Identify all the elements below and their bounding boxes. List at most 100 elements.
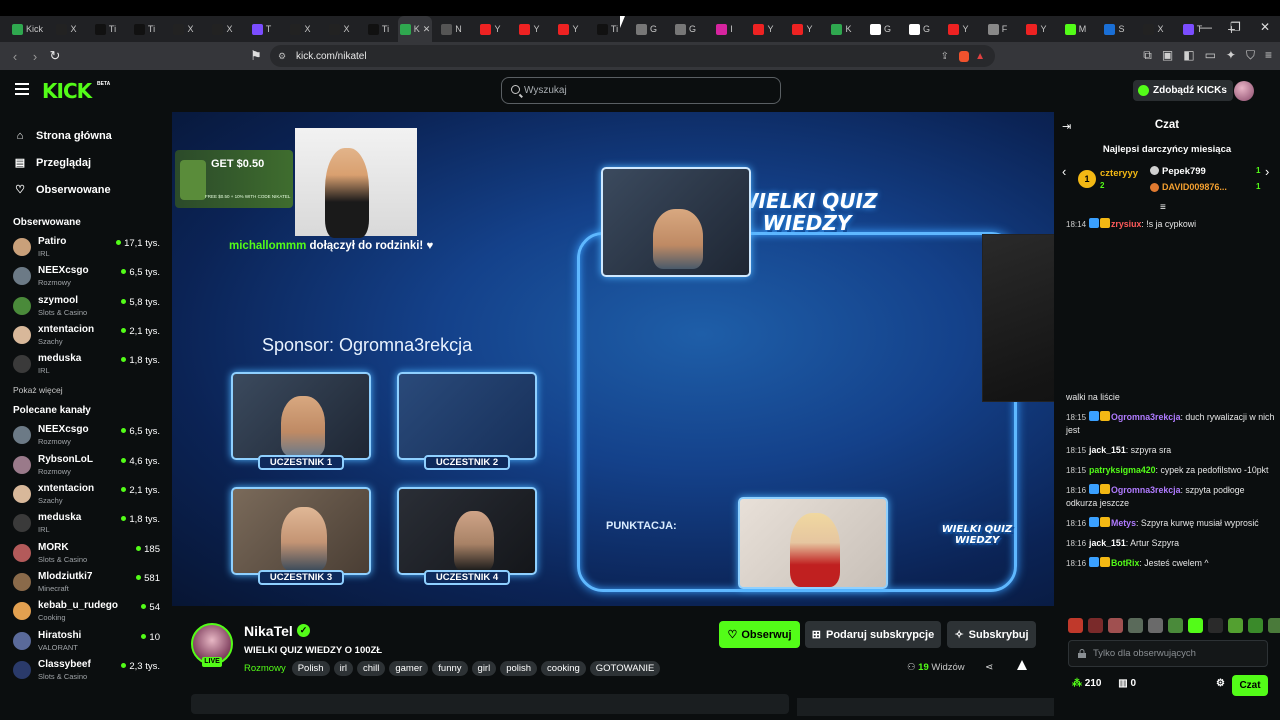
back-icon[interactable]: ‹ [5, 49, 25, 64]
media-icon[interactable]: ▣ [1162, 48, 1173, 63]
browser-tab[interactable]: G [666, 16, 705, 42]
channel-item[interactable]: xntentacion Szachy 2,1 tys. [0, 321, 168, 350]
get-kicks-button[interactable]: Zdobądź KICKs [1133, 80, 1233, 101]
channel-item[interactable]: meduska IRL 1,8 tys. [0, 509, 168, 538]
channel-item[interactable]: Mlodziutki7 Minecraft 581 [0, 568, 168, 597]
sidebar-toggle-icon[interactable]: ◧ [1183, 48, 1194, 63]
browser-tab[interactable]: X [203, 16, 242, 42]
maximize-icon[interactable]: ❐ [1230, 20, 1241, 34]
points-count[interactable]: 210 [1085, 678, 1102, 689]
browser-tab[interactable]: I [705, 16, 744, 42]
browser-tab[interactable]: T [242, 16, 281, 42]
brave-shield-icon[interactable] [959, 50, 969, 62]
stream-tag[interactable]: girl [471, 661, 497, 676]
hamburger-menu-icon[interactable] [15, 83, 29, 97]
stream-tag[interactable]: irl [333, 661, 353, 676]
send-chat-button[interactable]: Czat [1232, 675, 1268, 696]
subscribe-button[interactable]: ✧ Subskrybuj [947, 621, 1036, 648]
browser-tab[interactable]: G [861, 16, 900, 42]
leo-icon[interactable]: ✦ [1226, 48, 1236, 63]
menu-icon[interactable]: ≡ [1265, 48, 1272, 63]
nav-item[interactable]: ♡ Obserwowane [14, 176, 168, 203]
channel-item[interactable]: MORK Slots & Casino 185 [0, 539, 168, 568]
channel-item[interactable]: szymool Slots & Casino 5,8 tys. [0, 292, 168, 321]
browser-tab[interactable]: Y [744, 16, 783, 42]
message-username[interactable]: patryksigma420 [1089, 465, 1156, 475]
stream-tag[interactable]: polish [500, 661, 538, 676]
channel-item[interactable]: xntentacion Szachy 2,1 tys. [0, 480, 168, 509]
minimize-icon[interactable]: — [1200, 20, 1212, 34]
stream-tag[interactable]: gamer [389, 661, 429, 676]
forward-icon[interactable]: › [25, 49, 45, 64]
channel-item[interactable]: Classybeef Slots & Casino 2,3 tys. [0, 656, 168, 685]
channel-item[interactable]: NEEXcsgo Rozmowy 6,5 tys. [0, 421, 168, 450]
emote-icon[interactable] [1168, 618, 1183, 633]
emote-icon[interactable] [1208, 618, 1223, 633]
search-input[interactable]: Wyszukaj [501, 77, 781, 104]
reload-icon[interactable]: ↻ [45, 48, 65, 64]
channel-item[interactable]: Hiratoshi VALORANT 10 [0, 627, 168, 656]
browser-tab[interactable]: G [900, 16, 939, 42]
message-username[interactable]: Ogromna3rekcja [1111, 485, 1180, 495]
emote-icon[interactable] [1108, 618, 1123, 633]
browser-tab[interactable]: Y [471, 16, 510, 42]
category-link[interactable]: Rozmowy [244, 663, 286, 674]
browser-tab[interactable]: X [320, 16, 359, 42]
extensions-icon[interactable]: ⧉ [1143, 48, 1152, 63]
emote-icon[interactable] [1128, 618, 1143, 633]
stream-tag[interactable]: cooking [541, 661, 586, 676]
donors-prev-icon[interactable]: ‹ [1062, 164, 1066, 179]
browser-tab[interactable]: S [1095, 16, 1134, 42]
browser-tab[interactable]: G [627, 16, 666, 42]
message-username[interactable]: Metys [1111, 518, 1136, 528]
emote-icon[interactable] [1088, 618, 1103, 633]
emote-icon[interactable] [1228, 618, 1243, 633]
show-more-link[interactable]: Pokaż więcej [0, 385, 168, 395]
browser-tab[interactable]: X [47, 16, 86, 42]
browser-tab[interactable]: Y [783, 16, 822, 42]
chat-input[interactable]: Tylko dla obserwujących [1068, 640, 1268, 667]
browser-tab[interactable]: Kick [8, 16, 47, 42]
rewards-icon[interactable]: ▲ [975, 51, 985, 62]
browser-tab[interactable]: K ✕ [398, 16, 432, 42]
browser-tab[interactable]: Y [510, 16, 549, 42]
channel-name[interactable]: NikaTel [244, 623, 293, 639]
report-icon[interactable] [1017, 660, 1027, 670]
gifts-count[interactable]: 0 [1130, 678, 1136, 689]
emote-icon[interactable] [1148, 618, 1163, 633]
browser-tab[interactable]: Ti [125, 16, 164, 42]
close-window-icon[interactable]: ✕ [1260, 20, 1270, 34]
message-username[interactable]: Ogromna3rekcja [1111, 412, 1180, 422]
browser-tab[interactable]: X [164, 16, 203, 42]
video-player[interactable]: GET $0.50 FREE $0.50 + 10% WITH CODE NIK… [172, 112, 1054, 606]
share-icon[interactable]: ⋖ [985, 662, 993, 673]
browser-tab[interactable]: Ti [359, 16, 398, 42]
browser-tab[interactable]: Y [549, 16, 588, 42]
nav-item[interactable]: ⌂ Strona główna [14, 122, 168, 149]
browser-tab[interactable]: F [978, 16, 1017, 42]
emote-icon[interactable] [1188, 618, 1203, 633]
kick-logo[interactable]: KICK [42, 79, 92, 103]
channel-item[interactable]: kebab_u_rudego Cooking 54 [0, 597, 168, 626]
message-username[interactable]: zrysiux [1111, 219, 1141, 229]
gift-subs-button[interactable]: ⊞ Podaruj subskrypcje [805, 621, 941, 648]
browser-tab[interactable]: N [432, 16, 471, 42]
message-username[interactable]: BotRix [1111, 558, 1139, 568]
close-tab-icon[interactable]: ✕ [423, 24, 431, 35]
message-username[interactable]: jack_151 [1089, 445, 1126, 455]
browser-tab[interactable]: X [1134, 16, 1173, 42]
stream-tag[interactable]: chill [356, 661, 386, 676]
emote-icon[interactable] [1068, 618, 1083, 633]
vpn-icon[interactable]: ⛉ [1246, 48, 1255, 63]
browser-tab[interactable]: K [822, 16, 861, 42]
browser-tab[interactable]: M [1056, 16, 1095, 42]
channel-item[interactable]: RybsonLoL Rozmowy 4,6 tys. [0, 451, 168, 480]
follow-button[interactable]: ♡ Obserwuj [719, 621, 800, 648]
nav-item[interactable]: ▤ Przeglądaj [14, 149, 168, 176]
emote-icon[interactable] [1248, 618, 1263, 633]
stream-tag[interactable]: funny [432, 661, 468, 676]
stream-tag[interactable]: Polish [291, 661, 330, 676]
browser-tab[interactable]: Y [1017, 16, 1056, 42]
message-username[interactable]: jack_151 [1089, 538, 1126, 548]
pin-toggle-icon[interactable]: ≡ [1160, 202, 1166, 213]
